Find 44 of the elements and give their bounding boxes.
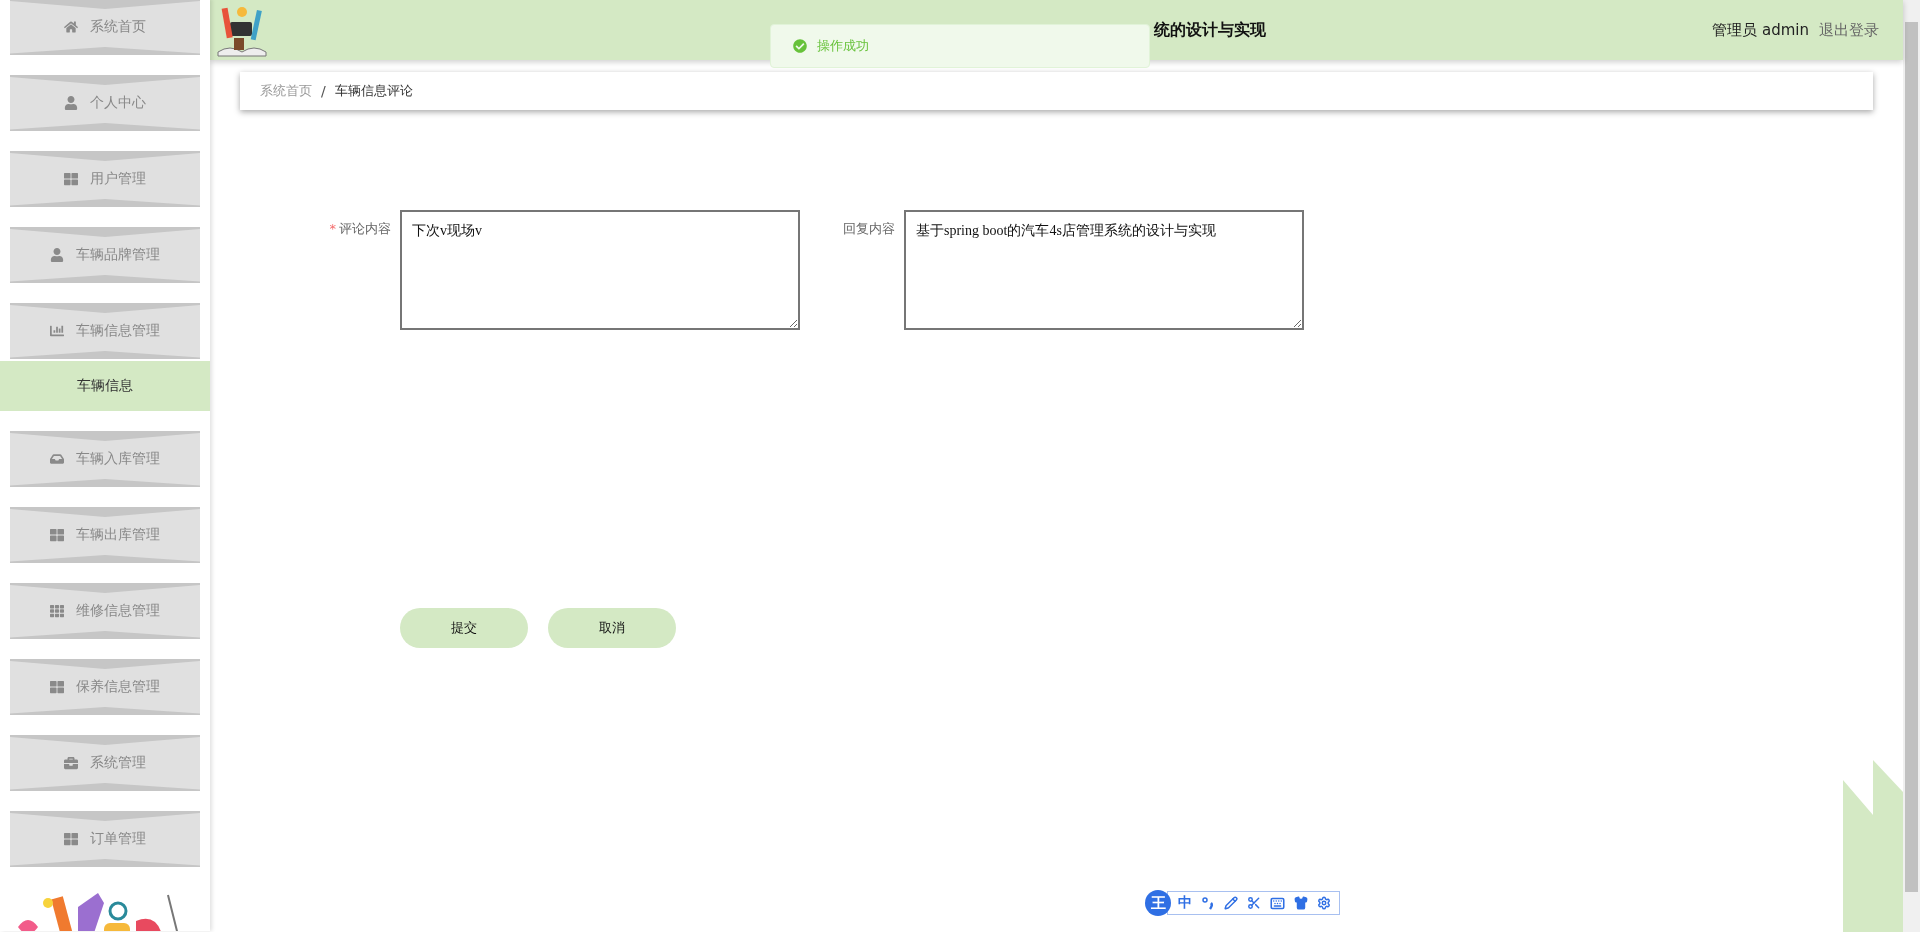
shirt-icon[interactable]: [1294, 896, 1308, 910]
briefcase-icon: [64, 756, 78, 770]
breadcrumb-separator: /: [321, 83, 326, 99]
logout-link[interactable]: 退出登录: [1819, 20, 1879, 40]
grid-icon: [64, 172, 78, 186]
system-title: 统的设计与实现: [1152, 19, 1267, 41]
scrollbar-thumb[interactable]: [1905, 22, 1918, 892]
inbox-icon: [50, 452, 64, 466]
apps-icon: [50, 604, 64, 618]
user-icon: [64, 96, 78, 110]
cancel-button[interactable]: 取消: [548, 608, 676, 648]
grid-icon: [50, 528, 64, 542]
field-label: 回复内容: [842, 220, 896, 238]
menu-item[interactable]: 订单管理: [10, 811, 200, 867]
field-label: * 评论内容: [328, 220, 392, 238]
menu-item[interactable]: 车辆品牌管理: [10, 227, 200, 283]
settings-icon[interactable]: [1317, 896, 1331, 910]
punctuation-icon[interactable]: [1201, 896, 1215, 910]
breadcrumb-link[interactable]: 系统首页: [260, 82, 312, 100]
scissors-icon[interactable]: [1247, 896, 1261, 910]
menu-item[interactable]: 用户管理: [10, 151, 200, 207]
menu-item[interactable]: 车辆信息管理: [10, 303, 200, 359]
bar-chart-icon: [50, 324, 64, 338]
submenu-item[interactable]: 车辆信息: [0, 361, 210, 411]
menu-item[interactable]: 系统首页: [10, 0, 200, 55]
text-area[interactable]: 基于spring boot的汽车4s店管理系统的设计与实现: [904, 210, 1304, 330]
user-name: 管理员 admin: [1712, 20, 1809, 40]
ime-logo[interactable]: 王: [1145, 890, 1171, 916]
keyboard-icon[interactable]: [1270, 895, 1285, 911]
menu-item[interactable]: 车辆出库管理: [10, 507, 200, 563]
toast-message: 操作成功: [817, 37, 869, 55]
menu-item[interactable]: 系统管理: [10, 735, 200, 791]
ime-mode-toggle[interactable]: 中: [1178, 894, 1192, 912]
submit-button[interactable]: 提交: [400, 608, 528, 648]
user-icon: [50, 248, 64, 262]
menu-item[interactable]: 保养信息管理: [10, 659, 200, 715]
pencil-icon[interactable]: [1224, 896, 1238, 910]
home-icon: [64, 20, 78, 34]
menu-item[interactable]: 个人中心: [10, 75, 200, 131]
menu-item[interactable]: 车辆入库管理: [10, 431, 200, 487]
text-area[interactable]: 下次v现场v: [400, 210, 800, 330]
menu-item[interactable]: 维修信息管理: [10, 583, 200, 639]
grid-icon: [64, 832, 78, 846]
grid-icon: [50, 680, 64, 694]
